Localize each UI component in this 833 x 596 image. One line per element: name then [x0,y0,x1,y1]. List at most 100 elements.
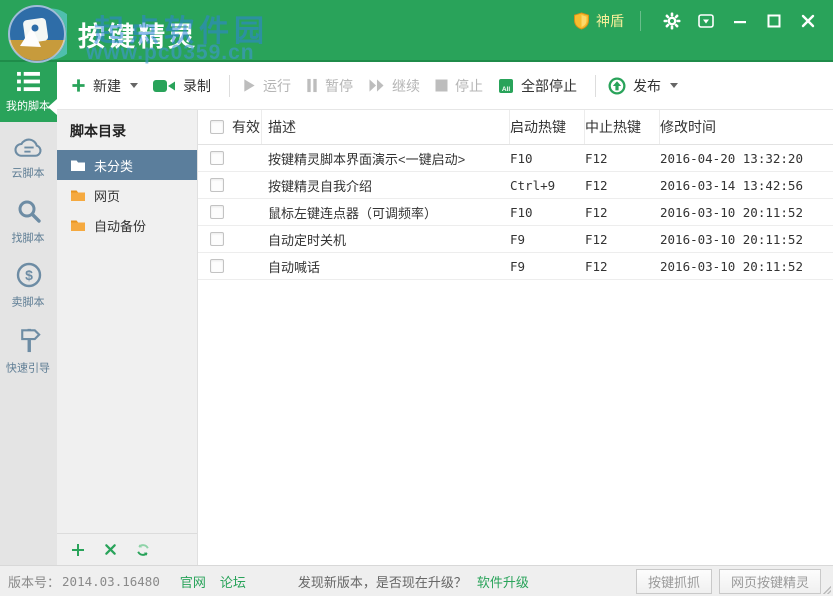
delete-folder-button[interactable] [104,543,117,556]
record-button[interactable]: 录制 [153,76,211,96]
official-site-link[interactable]: 官网 [180,572,206,591]
close-button[interactable] [791,6,825,36]
panel-dropdown-icon [698,14,714,28]
row-checkbox[interactable] [210,259,224,273]
button-label: 全部停止 [521,76,577,96]
caret-down-icon [670,83,678,88]
table-row[interactable]: 按键精灵脚本界面演示<一键启动> F10 F12 2016-04-20 13:3… [198,145,833,172]
toolbar-separator [229,75,230,97]
plus-icon [71,78,86,93]
software-upgrade-link[interactable]: 软件升级 [477,572,529,591]
row-checkbox[interactable] [210,151,224,165]
button-label: 新建 [93,76,121,96]
pause-icon [306,78,318,93]
gear-icon [663,12,681,30]
folder-item-uncategorized[interactable]: 未分类 [57,150,197,180]
sidebar-item-my-scripts[interactable]: 我的脚本 [0,62,57,122]
stop-button[interactable]: 停止 [435,76,483,96]
column-header-stop-hotkey: 中止热键 [585,110,660,144]
row-checkbox[interactable] [210,178,224,192]
new-button[interactable]: 新建 [71,76,138,96]
button-label: 运行 [263,76,291,96]
sidebar-label: 云脚本 [12,164,45,180]
stop-hotkey: F12 [585,205,660,220]
table-row[interactable]: 鼠标左键连点器（可调频率） F10 F12 2016-03-10 20:11:5… [198,199,833,226]
start-hotkey: F10 [510,151,585,166]
table-row[interactable]: 自动定时关机 F9 F12 2016-03-10 20:11:52 [198,226,833,253]
column-header-start-hotkey: 启动热键 [510,110,585,144]
table-row[interactable]: 按键精灵自我介绍 Ctrl+9 F12 2016-03-14 13:42:56 [198,172,833,199]
publish-icon [608,77,626,95]
select-all-checkbox[interactable] [210,120,224,134]
modified-time: 2016-03-14 13:42:56 [660,178,833,193]
column-header-modified: 修改时间 [660,110,833,144]
svg-text:$: $ [25,267,33,283]
update-notice: 发现新版本，是否现在升级？ [298,572,467,591]
pause-button[interactable]: 暂停 [306,76,353,96]
stop-icon [435,79,448,92]
script-description: 自动喊话 [262,257,510,276]
resize-grip[interactable] [823,586,831,594]
fast-forward-icon [368,78,385,93]
search-icon [16,198,42,224]
run-button[interactable]: 运行 [242,76,291,96]
toolbar-separator [595,75,596,97]
sidebar-item-find-scripts[interactable]: 找脚本 [0,190,57,254]
sidebar-label: 找脚本 [12,230,45,246]
refresh-button[interactable] [136,543,150,557]
stop-all-button[interactable]: All 全部停止 [498,76,577,96]
refresh-icon [136,543,150,557]
table-header: 有效 描述 启动热键 中止热键 修改时间 [198,110,833,145]
sidebar: 我的脚本 云脚本 找脚本 $ 卖脚本 [0,62,57,565]
folder-icon [70,159,86,172]
active-notch [48,99,57,115]
column-header-description: 描述 [262,110,510,144]
statusbar: 版本号： 2014.03.16480 官网 论坛 发现新版本，是否现在升级？ 软… [0,565,833,596]
sidebar-label: 我的脚本 [6,97,50,113]
list-icon [16,71,41,92]
signpost-icon [15,325,43,354]
row-checkbox[interactable] [210,205,224,219]
add-folder-button[interactable] [71,543,85,557]
dollar-icon: $ [16,262,42,288]
cloud-icon [13,136,44,159]
sidebar-item-sell-scripts[interactable]: $ 卖脚本 [0,254,57,318]
sidebar-item-quick-guide[interactable]: 快速引导 [0,318,57,382]
modified-time: 2016-03-10 20:11:52 [660,205,833,220]
key-spy-button[interactable]: 按键抓抓 [636,569,712,594]
settings-button[interactable] [655,6,689,36]
button-label: 继续 [392,76,420,96]
web-anjian-button[interactable]: 网页按键精灵 [719,569,821,594]
minimize-button[interactable] [723,6,757,36]
script-description: 自动定时关机 [262,230,510,249]
folder-label: 未分类 [94,156,133,175]
version-label: 版本号： [8,572,60,591]
publish-button[interactable]: 发布 [608,76,678,96]
maximize-button[interactable] [757,6,791,36]
row-checkbox[interactable] [210,232,224,246]
stop-hotkey: F12 [585,259,660,274]
folder-item-web[interactable]: 网页 [57,180,197,210]
modified-time: 2016-04-20 13:32:20 [660,151,833,166]
modified-time: 2016-03-10 20:11:52 [660,232,833,247]
continue-button[interactable]: 继续 [368,76,420,96]
start-hotkey: Ctrl+9 [510,178,585,193]
delete-icon [104,543,117,556]
app-logo-icon [7,4,67,64]
svg-text:All: All [502,86,511,93]
panel-menu-button[interactable] [689,6,723,36]
shield-icon [573,12,590,30]
caret-down-icon [130,83,138,88]
forum-link[interactable]: 论坛 [220,572,246,591]
folder-item-auto-backup[interactable]: 自动备份 [57,210,197,240]
table-row[interactable]: 自动喊话 F9 F12 2016-03-10 20:11:52 [198,253,833,280]
stop-hotkey: F12 [585,232,660,247]
start-hotkey: F9 [510,232,585,247]
shield-badge[interactable]: 神盾 [573,11,624,31]
folder-label: 自动备份 [94,216,146,235]
button-label: 录制 [183,76,211,96]
script-directory-panel: 脚本目录 未分类 网页 自动备份 [57,110,198,565]
stop-hotkey: F12 [585,151,660,166]
script-table: 有效 描述 启动热键 中止热键 修改时间 按键精灵脚本界面演示<一键启动> F1… [198,110,833,565]
sidebar-item-cloud-scripts[interactable]: 云脚本 [0,126,57,190]
